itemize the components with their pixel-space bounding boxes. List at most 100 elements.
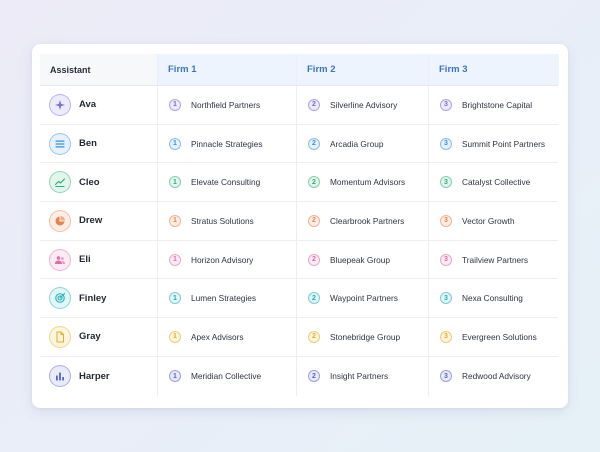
rank-badge: 1	[169, 137, 181, 150]
assistant-name: Eli	[79, 254, 91, 266]
assistant-cell: Ava	[40, 86, 158, 124]
firm-name: Horizon Advisory	[191, 254, 254, 265]
rank-badge: 2	[308, 176, 320, 189]
assistant-cell: Eli	[40, 240, 158, 279]
bar-chart-icon	[56, 372, 64, 381]
firm-name: Catalyst Collective	[462, 177, 531, 188]
firm-name: Summit Point Partners	[462, 138, 545, 149]
assistant-name: Harper	[79, 370, 110, 382]
rank-badge: 2	[308, 253, 320, 266]
rank-badge: 1	[169, 330, 181, 343]
table-row: Gray 1 Apex Advisors 2 Stonebridge Group 3 Eve…	[40, 318, 558, 357]
assistant-firm-table: Assistant Firm 1 Firm 2 Firm 3 Ava 1 North…	[40, 54, 559, 396]
firm-1-cell: 1 Stratus Solutions	[158, 202, 297, 240]
rank-badge: 3	[440, 176, 452, 189]
firm-name: Evergreen Solutions	[462, 331, 537, 342]
rank-badge: 1	[169, 98, 181, 111]
header-firm-1: Firm 1	[158, 54, 297, 85]
table-row: Eli 1 Horizon Advisory 2 Bluepeak Group 3 Trai…	[40, 240, 559, 280]
firm-name: Bluepeak Group	[330, 254, 390, 265]
firm-name: Waypoint Partners	[330, 293, 398, 304]
assistant-cell: Ben	[40, 124, 158, 163]
firm-2-cell: 2 Momentum Advisors	[297, 163, 429, 202]
avatar	[49, 171, 71, 194]
rank-badge: 3	[440, 253, 452, 266]
firm-name: Elevate Consulting	[191, 177, 261, 188]
firm-name: Stratus Solutions	[191, 215, 254, 226]
firm-name: Northfield Partners	[191, 99, 261, 110]
assistant-cell: Harper	[40, 356, 158, 396]
trend-chart-icon	[54, 178, 66, 188]
firm-3-cell: 3 Catalyst Collective	[429, 163, 559, 201]
firm-name: Momentum Advisors	[330, 177, 406, 188]
firm-name: Pinnacle Strategies	[191, 138, 263, 149]
assistant-name: Cleo	[79, 176, 100, 188]
firm-name: Silverline Advisory	[330, 99, 398, 110]
rank-badge: 2	[308, 370, 320, 383]
firm-name: Clearbrook Partners	[330, 215, 405, 226]
assistant-name: Drew	[79, 215, 103, 227]
table-body: Ava 1 Northfield Partners 2 Silverline Advis…	[40, 86, 558, 396]
firm-2-cell: 2 Waypoint Partners	[297, 279, 429, 318]
table-header-row: Assistant Firm 1 Firm 2 Firm 3	[40, 54, 559, 86]
rank-badge: 2	[308, 137, 320, 150]
avatar	[49, 287, 71, 310]
firm-name: Redwood Advisory	[462, 371, 531, 382]
firm-2-cell: 2 Clearbrook Partners	[297, 202, 429, 240]
rank-badge: 3	[440, 370, 452, 383]
firm-name: Brightstone Capital	[462, 99, 533, 110]
header-firm-2: Firm 2	[297, 54, 429, 85]
firm-1-cell: 1 Pinnacle Strategies	[158, 124, 297, 163]
rank-badge: 3	[440, 330, 452, 343]
people-icon	[55, 255, 65, 264]
firm-name: Meridian Collective	[191, 371, 262, 382]
pie-chart-icon	[55, 215, 65, 226]
document-icon	[56, 331, 64, 343]
firm-2-cell: 2 Silverline Advisory	[297, 86, 429, 124]
assistant-cell: Finley	[40, 279, 158, 318]
firm-name: Arcadia Group	[330, 138, 384, 149]
avatar	[49, 93, 71, 116]
assistant-cell: Cleo	[40, 163, 158, 202]
firm-2-cell: 2 Stonebridge Group	[297, 318, 429, 356]
avatar	[49, 209, 71, 232]
table-row: Finley 1 Lumen Strategies 2 Waypoint Partner…	[40, 279, 559, 319]
avatar	[49, 132, 71, 155]
firm-1-cell: 1 Horizon Advisory	[158, 240, 297, 279]
avatar	[49, 248, 71, 271]
firm-1-cell: 1 Lumen Strategies	[158, 279, 297, 318]
firm-2-cell: 2 Arcadia Group	[297, 124, 429, 163]
firm-name: Insight Partners	[330, 371, 389, 382]
assistant-name: Ben	[79, 138, 97, 150]
rank-badge: 3	[440, 98, 452, 111]
rank-badge: 1	[169, 253, 181, 266]
target-icon	[55, 293, 66, 304]
firm-3-cell: 3 Brightstone Capital	[429, 86, 559, 124]
assistant-name: Finley	[79, 292, 107, 304]
rank-badge: 2	[308, 292, 320, 305]
firm-3-cell: 3 Vector Growth	[429, 202, 559, 240]
rank-badge: 2	[308, 98, 320, 111]
rank-badge: 3	[440, 137, 452, 150]
assistant-cell: Drew	[40, 202, 158, 240]
rank-badge: 2	[308, 214, 320, 227]
firm-name: Nexa Consulting	[462, 293, 523, 304]
firm-2-cell: 2 Insight Partners	[297, 356, 429, 396]
rank-badge: 1	[169, 292, 181, 305]
firm-1-cell: 1 Apex Advisors	[158, 318, 297, 356]
firm-3-cell: 3 Nexa Consulting	[429, 279, 559, 317]
assistant-name: Ava	[79, 99, 97, 111]
assistant-firm-table-card: Assistant Firm 1 Firm 2 Firm 3 Ava 1 North…	[32, 44, 568, 408]
firm-name: Stonebridge Group	[330, 331, 401, 342]
firm-name: Apex Advisors	[191, 331, 244, 342]
firm-3-cell: 3 Trailview Partners	[429, 241, 559, 279]
header-firm-3: Firm 3	[429, 54, 559, 85]
firm-1-cell: 1 Meridian Collective	[158, 356, 297, 396]
rank-badge: 2	[308, 330, 320, 343]
rank-badge: 3	[440, 214, 452, 227]
firm-3-cell: 3 Evergreen Solutions	[429, 318, 559, 356]
table-row: Ben 1 Pinnacle Strategies 2 Arcadia Group 3 Su…	[40, 124, 558, 164]
firm-name: Vector Growth	[462, 215, 515, 226]
avatar	[49, 365, 71, 388]
table-row: Harper 1 Meridian Collective 2 Insight Partn…	[40, 356, 558, 396]
